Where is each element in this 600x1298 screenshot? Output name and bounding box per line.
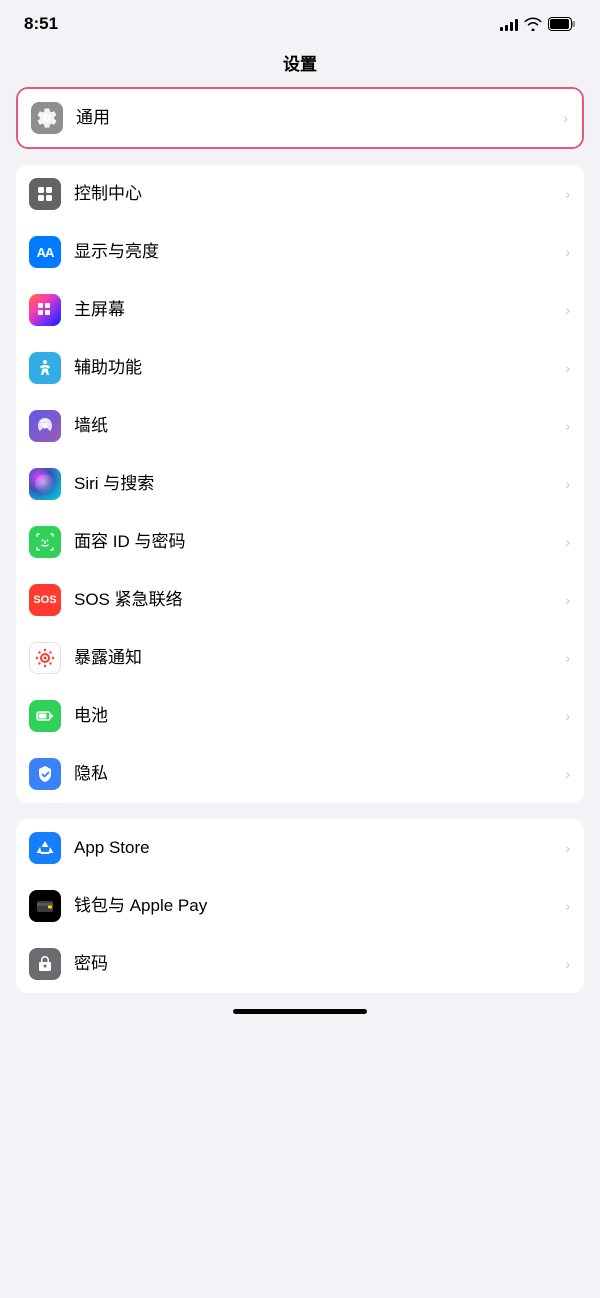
settings-row-wallpaper[interactable]: 墙纸 › xyxy=(16,397,584,455)
home-screen-icon xyxy=(29,294,61,326)
chevron-icon: › xyxy=(563,110,568,126)
settings-row-home-screen[interactable]: 主屏幕 › xyxy=(16,281,584,339)
wifi-icon xyxy=(524,17,542,31)
privacy-icon xyxy=(29,758,61,790)
general-label: 通用 xyxy=(76,107,557,129)
chevron-icon: › xyxy=(565,476,570,492)
chevron-icon: › xyxy=(565,898,570,914)
store-section: App Store › 钱包与 Apple Pay › xyxy=(16,819,584,993)
control-center-icon xyxy=(29,178,61,210)
chevron-icon: › xyxy=(565,360,570,376)
page-title: 设置 xyxy=(0,42,600,87)
chevron-icon: › xyxy=(565,592,570,608)
settings-row-privacy[interactable]: 隐私 › xyxy=(16,745,584,803)
settings-row-password[interactable]: 密码 › xyxy=(16,935,584,993)
appstore-label: App Store xyxy=(74,837,559,859)
status-time: 8:51 xyxy=(24,14,58,34)
home-screen-label: 主屏幕 xyxy=(74,299,559,321)
wallet-label: 钱包与 Apple Pay xyxy=(74,895,559,917)
wallet-icon xyxy=(29,890,61,922)
display-icon: AA xyxy=(29,236,61,268)
siri-label: Siri 与搜索 xyxy=(74,473,559,495)
display-section: 控制中心 › AA 显示与亮度 › 主屏幕 › xyxy=(16,165,584,803)
settings-row-battery[interactable]: 电池 › xyxy=(16,687,584,745)
settings-row-general[interactable]: 通用 › xyxy=(18,89,582,147)
battery-settings-icon xyxy=(29,700,61,732)
gear-icon xyxy=(31,102,63,134)
general-section: 通用 › xyxy=(16,87,584,149)
chevron-icon: › xyxy=(565,708,570,724)
status-bar: 8:51 xyxy=(0,0,600,42)
chevron-icon: › xyxy=(565,418,570,434)
signal-icon xyxy=(500,17,518,31)
settings-row-accessibility[interactable]: 辅助功能 › xyxy=(16,339,584,397)
settings-row-sos[interactable]: SOS SOS 紧急联络 › xyxy=(16,571,584,629)
accessibility-icon xyxy=(29,352,61,384)
password-label: 密码 xyxy=(74,953,559,975)
battery-icon xyxy=(548,17,576,31)
faceid-icon xyxy=(29,526,61,558)
chevron-icon: › xyxy=(565,766,570,782)
chevron-icon: › xyxy=(565,650,570,666)
settings-row-siri[interactable]: Siri 与搜索 › xyxy=(16,455,584,513)
settings-row-appstore[interactable]: App Store › xyxy=(16,819,584,877)
siri-icon xyxy=(29,468,61,500)
chevron-icon: › xyxy=(565,534,570,550)
settings-row-faceid[interactable]: 面容 ID 与密码 › xyxy=(16,513,584,571)
password-icon xyxy=(29,948,61,980)
chevron-icon: › xyxy=(565,186,570,202)
battery-label: 电池 xyxy=(74,705,559,727)
status-icons xyxy=(500,17,576,31)
chevron-icon: › xyxy=(565,302,570,318)
settings-row-wallet[interactable]: 钱包与 Apple Pay › xyxy=(16,877,584,935)
appstore-icon xyxy=(29,832,61,864)
exposure-label: 暴露通知 xyxy=(74,647,559,669)
accessibility-label: 辅助功能 xyxy=(74,357,559,379)
wallpaper-label: 墙纸 xyxy=(74,415,559,437)
display-label: 显示与亮度 xyxy=(74,241,559,263)
exposure-icon xyxy=(29,642,61,674)
sos-icon: SOS xyxy=(29,584,61,616)
settings-row-control-center[interactable]: 控制中心 › xyxy=(16,165,584,223)
chevron-icon: › xyxy=(565,840,570,856)
chevron-icon: › xyxy=(565,244,570,260)
privacy-label: 隐私 xyxy=(74,763,559,785)
settings-row-display[interactable]: AA 显示与亮度 › xyxy=(16,223,584,281)
control-center-label: 控制中心 xyxy=(74,183,559,205)
chevron-icon: › xyxy=(565,956,570,972)
home-indicator xyxy=(233,1009,367,1014)
settings-row-exposure[interactable]: 暴露通知 › xyxy=(16,629,584,687)
wallpaper-icon xyxy=(29,410,61,442)
faceid-label: 面容 ID 与密码 xyxy=(74,531,559,553)
sos-label: SOS 紧急联络 xyxy=(74,589,559,611)
